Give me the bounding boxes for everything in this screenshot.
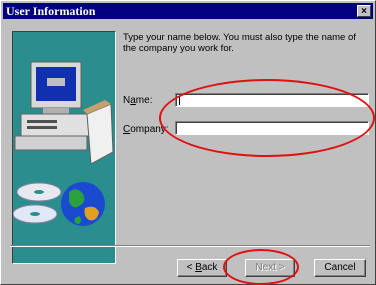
close-button[interactable]: × <box>357 5 371 17</box>
setup-illustration <box>12 31 116 264</box>
company-label: Company: <box>123 124 169 135</box>
title-bar: User Information × <box>3 3 373 19</box>
close-icon: × <box>361 6 367 17</box>
cancel-button[interactable]: Cancel <box>314 259 366 277</box>
button-separator <box>10 245 370 247</box>
globe-icon <box>61 182 105 226</box>
next-button[interactable]: Next > <box>245 259 295 277</box>
fields-highlight-ellipse <box>159 79 375 157</box>
cd-disc-icon <box>13 182 62 224</box>
instructions-text: Type your name below. You must also type… <box>123 32 356 54</box>
computer-icon <box>14 61 90 151</box>
user-information-dialog: User Information × Type your name below.… <box>0 0 376 285</box>
back-button[interactable]: < Back <box>177 259 227 277</box>
text-caret <box>179 96 180 105</box>
company-field[interactable] <box>175 121 369 135</box>
window-title: User Information <box>6 4 96 18</box>
name-label: Name: <box>123 95 153 106</box>
name-field[interactable] <box>175 93 369 107</box>
